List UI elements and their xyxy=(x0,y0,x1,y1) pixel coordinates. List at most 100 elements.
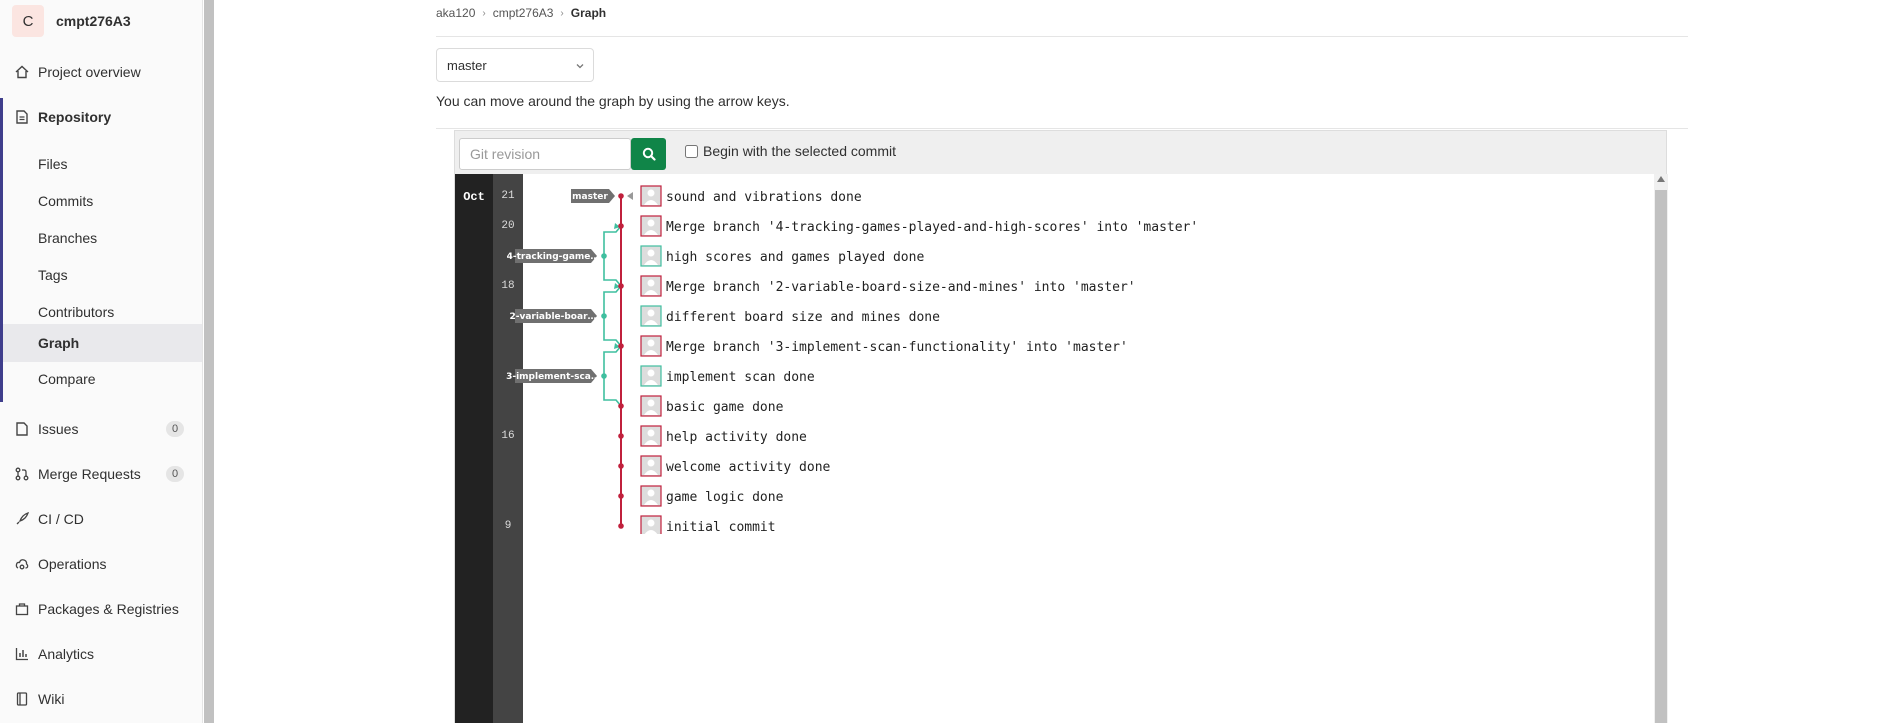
scroll-up-icon[interactable] xyxy=(1657,176,1665,182)
avatar-icon[interactable] xyxy=(640,425,662,447)
scrollbar-thumb[interactable] xyxy=(1655,190,1667,723)
commit-row[interactable]: sound and vibrations done xyxy=(640,185,862,207)
nav-graph[interactable]: Graph xyxy=(3,324,202,362)
commit-row[interactable]: basic game done xyxy=(640,395,784,417)
avatar-icon[interactable] xyxy=(640,185,662,207)
nav-files[interactable]: Files xyxy=(0,146,202,182)
nav-repository[interactable]: Repository xyxy=(3,98,202,136)
breadcrumb-link-project[interactable]: cmpt276A3 xyxy=(493,6,554,20)
rocket-icon xyxy=(14,511,30,527)
commit-message[interactable]: initial commit xyxy=(666,520,776,534)
project-name: cmpt276A3 xyxy=(56,13,131,29)
commit-dot[interactable] xyxy=(601,313,607,319)
commit-message[interactable]: Merge branch '3-implement-scan-functiona… xyxy=(666,340,1128,355)
document-icon xyxy=(14,109,30,125)
avatar-icon[interactable] xyxy=(640,335,662,357)
nav-project-overview[interactable]: Project overview xyxy=(0,53,202,91)
commit-dot[interactable] xyxy=(618,463,624,469)
breadcrumb-current[interactable]: Graph xyxy=(571,6,606,20)
commit-message[interactable]: welcome activity done xyxy=(666,460,831,475)
nav-label: Issues xyxy=(38,421,79,437)
commit-dot[interactable] xyxy=(618,523,624,529)
commit-graph: master 4-tracking-game… 2-variable-boar… 3-… xyxy=(506,185,1198,534)
avatar-icon[interactable] xyxy=(640,365,662,387)
commit-message[interactable]: different board size and mines done xyxy=(666,310,940,325)
search-icon xyxy=(642,147,656,161)
commit-row[interactable]: game logic done xyxy=(640,485,784,507)
commit-dot[interactable] xyxy=(618,493,624,499)
project-header[interactable]: C cmpt276A3 xyxy=(0,0,202,42)
issues-count-badge: 0 xyxy=(166,421,184,437)
avatar-icon[interactable] xyxy=(640,245,662,267)
sidebar-scrollbar[interactable] xyxy=(204,0,214,723)
commit-message[interactable]: basic game done xyxy=(666,400,784,415)
commit-message[interactable]: game logic done xyxy=(666,490,784,505)
commit-message[interactable]: Merge branch '2-variable-board-size-and-… xyxy=(666,280,1136,295)
commit-row[interactable]: high scores and games played done xyxy=(640,245,924,267)
git-revision-input[interactable] xyxy=(459,138,631,170)
nav-label: Operations xyxy=(38,556,107,572)
commit-message[interactable]: help activity done xyxy=(666,430,807,445)
commit-dot[interactable] xyxy=(601,373,607,379)
begin-with-selected-commit[interactable]: Begin with the selected commit xyxy=(685,143,896,159)
nav-merge-requests[interactable]: Merge Requests 0 xyxy=(0,455,202,493)
project-avatar: C xyxy=(12,5,44,37)
chevron-down-icon xyxy=(575,59,585,74)
ref-name: 2-variable-boar… xyxy=(509,312,596,322)
ref-name: master xyxy=(572,192,608,202)
commit-dot[interactable] xyxy=(601,253,607,259)
nav-compare[interactable]: Compare xyxy=(0,361,202,397)
commit-row[interactable]: help activity done xyxy=(640,425,807,447)
commit-dot[interactable] xyxy=(618,223,624,229)
avatar-icon[interactable] xyxy=(640,485,662,507)
avatar-icon[interactable] xyxy=(640,305,662,327)
commit-message[interactable]: sound and vibrations done xyxy=(666,190,862,205)
ref-name: 4-tracking-game… xyxy=(507,252,600,262)
commit-message[interactable]: Merge branch '4-tracking-games-played-an… xyxy=(666,220,1198,235)
branch-selector-value: master xyxy=(447,57,487,73)
commit-message[interactable]: high scores and games played done xyxy=(666,250,924,265)
graph-toolbar: Begin with the selected commit xyxy=(454,130,1667,174)
book-icon xyxy=(14,691,30,707)
avatar-icon[interactable] xyxy=(640,455,662,477)
commit-message[interactable]: implement scan done xyxy=(666,370,815,385)
commit-rows: sound and vibrations done Merge branch '4… xyxy=(640,185,1198,534)
commit-row[interactable]: Merge branch '2-variable-board-size-and-… xyxy=(640,275,1136,297)
commit-dot[interactable] xyxy=(618,403,624,409)
breadcrumb-link-namespace[interactable]: aka120 xyxy=(436,6,475,20)
ref-label-branch[interactable]: 3-implement-sca… xyxy=(506,369,600,383)
nav-tags[interactable]: Tags xyxy=(0,257,202,293)
commit-dot[interactable] xyxy=(618,433,624,439)
nav-branches[interactable]: Branches xyxy=(0,220,202,256)
ref-label-branch[interactable]: 4-tracking-game… xyxy=(507,249,600,263)
nav-analytics[interactable]: Analytics xyxy=(0,635,202,673)
commit-row[interactable]: welcome activity done xyxy=(640,455,831,477)
begin-checkbox[interactable] xyxy=(685,144,698,158)
avatar-icon[interactable] xyxy=(640,215,662,237)
nav-commits[interactable]: Commits xyxy=(0,183,202,219)
nav-packages-registries[interactable]: Packages & Registries xyxy=(0,590,202,628)
commit-dot[interactable] xyxy=(618,193,624,199)
search-button[interactable] xyxy=(631,138,666,170)
avatar-icon[interactable] xyxy=(640,275,662,297)
nav-operations[interactable]: Operations xyxy=(0,545,202,583)
nav-label: Merge Requests xyxy=(38,466,141,482)
commit-dot[interactable] xyxy=(618,343,624,349)
merge-requests-count-badge: 0 xyxy=(166,466,184,482)
avatar-icon[interactable] xyxy=(640,515,662,534)
commit-row[interactable]: initial commit xyxy=(640,515,776,534)
sidebar: C cmpt276A3 Project overview Repository … xyxy=(0,0,203,723)
commit-row[interactable]: implement scan done xyxy=(640,365,815,387)
nav-wiki[interactable]: Wiki xyxy=(0,680,202,718)
graph-scrollbar[interactable] xyxy=(1654,174,1668,723)
nav-cicd[interactable]: CI / CD xyxy=(0,500,202,538)
commit-row[interactable]: Merge branch '4-tracking-games-played-an… xyxy=(640,215,1198,237)
branch-selector[interactable]: master xyxy=(436,48,594,82)
avatar-icon[interactable] xyxy=(640,395,662,417)
commit-dot[interactable] xyxy=(618,283,624,289)
nav-issues[interactable]: Issues 0 xyxy=(0,410,202,448)
breadcrumb: aka120 › cmpt276A3 › Graph xyxy=(436,6,606,20)
commit-row[interactable]: different board size and mines done xyxy=(640,305,940,327)
commit-row[interactable]: Merge branch '3-implement-scan-functiona… xyxy=(640,335,1128,357)
ref-label-branch[interactable]: 2-variable-boar… xyxy=(509,309,597,323)
